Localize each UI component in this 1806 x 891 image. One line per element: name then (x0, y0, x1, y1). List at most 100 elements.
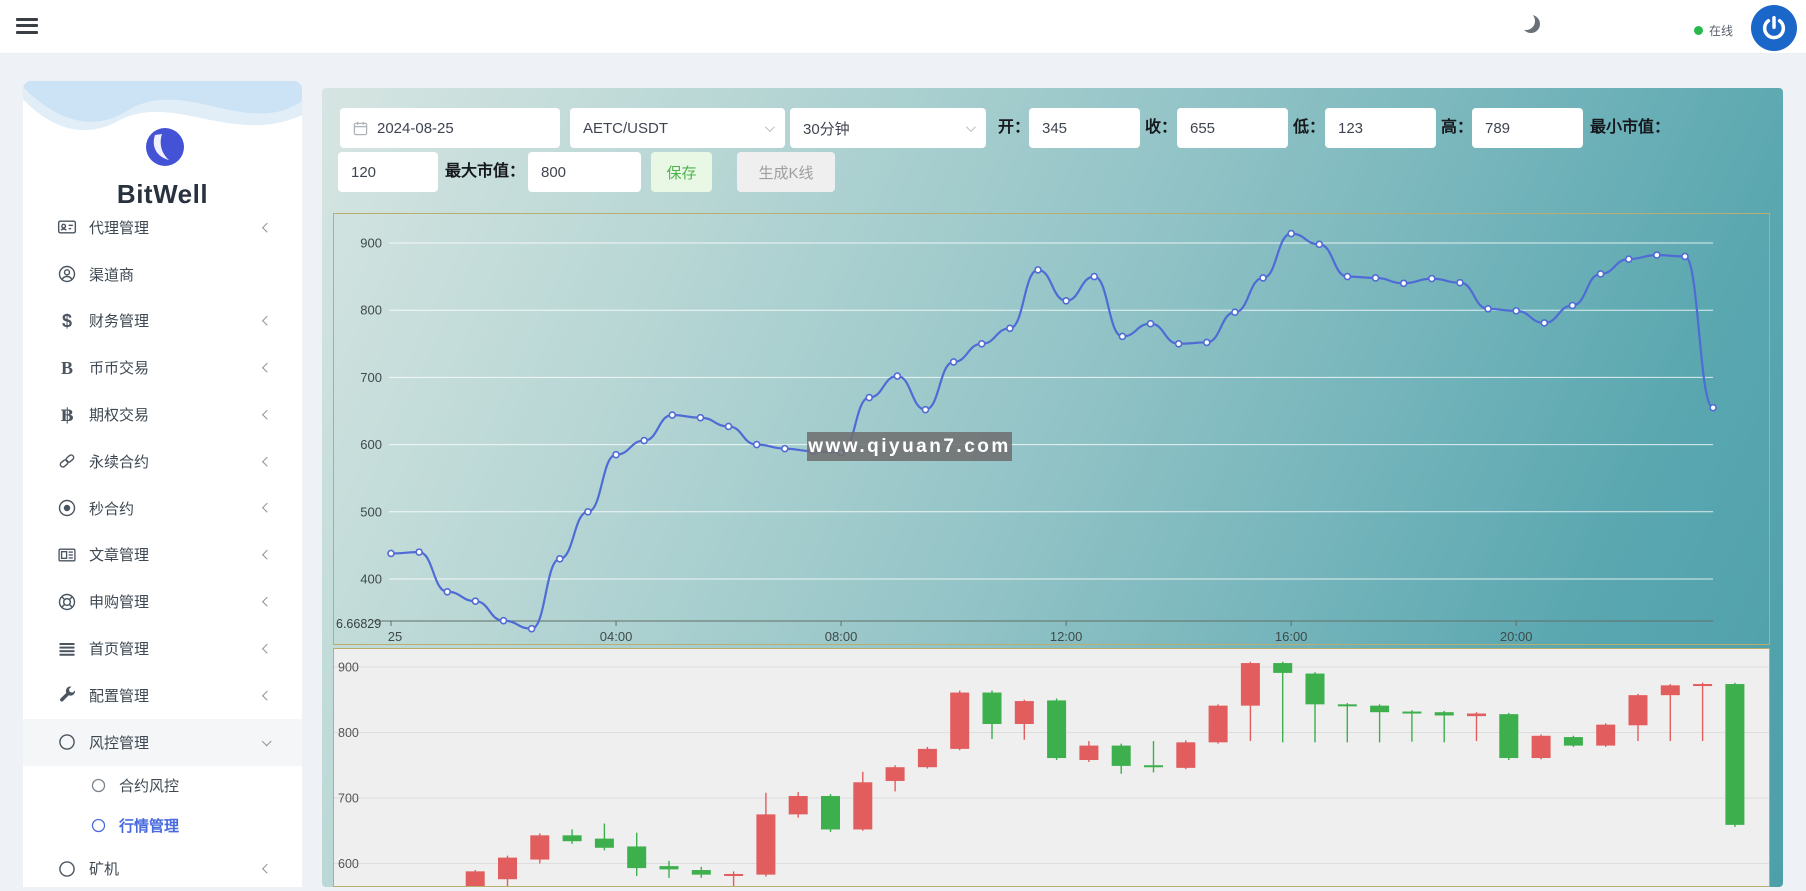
sub-circle-icon (87, 815, 109, 837)
sidebar-item-永续合约[interactable]: 永续合约 (23, 438, 302, 485)
sidebar-item-label: 风控管理 (89, 732, 149, 753)
svg-text:400: 400 (360, 572, 382, 587)
target-icon (56, 497, 78, 519)
sidebar-item-币币交易[interactable]: B 币币交易 (23, 344, 302, 391)
high-value: 789 (1485, 120, 1510, 137)
sidebar-item-期权交易[interactable]: ฿ 期权交易 (23, 391, 302, 438)
open-input[interactable]: 345 (1029, 108, 1140, 148)
svg-text:900: 900 (338, 661, 359, 675)
sidebar-item-label: 文章管理 (89, 544, 149, 565)
calendar-icon (353, 121, 368, 136)
pair-value: AETC/USDT (583, 120, 668, 137)
sub-circle-icon (87, 775, 109, 797)
sidebar-item-label: 代理管理 (89, 217, 149, 238)
svg-text:800: 800 (338, 726, 359, 740)
sidebar-item-渠道商[interactable]: 渠道商 (23, 251, 302, 298)
dollar-icon: $ (56, 310, 78, 332)
pair-select[interactable]: AETC/USDT (570, 108, 785, 148)
bitwell-logo-icon (145, 127, 185, 167)
sidebar-item-风控管理[interactable]: 风控管理 (23, 719, 302, 766)
line-chart: 9008007006005004006.668292504:0008:0012:… (333, 213, 1770, 645)
open-value: 345 (1042, 120, 1067, 137)
max-cap-value: 800 (541, 164, 566, 181)
sidebar-item-首页管理[interactable]: 首页管理 (23, 625, 302, 672)
user-avatar-power-icon[interactable] (1751, 5, 1797, 51)
chevron-down-icon (765, 122, 775, 132)
sidebar-subitem-合约风控[interactable]: 合约风控 (23, 766, 302, 806)
online-status: 在线 (1694, 22, 1733, 39)
chevron-left-icon (261, 597, 271, 607)
sidebar-item-秒合约[interactable]: 秒合约 (23, 485, 302, 532)
sidebar-item-label: 秒合约 (89, 498, 134, 519)
interval-value: 30分钟 (803, 118, 850, 139)
content-panel: 2024-08-25 AETC/USDT 30分钟 开： 345 收： 655 … (322, 88, 1783, 887)
sidebar-item-label: 渠道商 (89, 264, 134, 285)
candlestick-chart-canvas: 900800700600 (334, 649, 1769, 886)
newspaper-icon (56, 544, 78, 566)
sidebar-item-label: 期权交易 (89, 404, 149, 425)
top-header: 在线 (0, 0, 1806, 54)
svg-text:6.66829: 6.66829 (336, 617, 381, 631)
online-dot-icon (1694, 26, 1703, 35)
list-icon (56, 638, 78, 660)
svg-text:900: 900 (360, 236, 382, 251)
power-icon (1760, 14, 1788, 42)
low-label: 低： (1293, 108, 1325, 148)
lifering-icon (56, 591, 78, 613)
chevron-left-icon (261, 690, 271, 700)
sidebar-item-财务管理[interactable]: $财务管理 (23, 298, 302, 345)
save-button[interactable]: 保存 (651, 152, 712, 192)
svg-text:25: 25 (388, 629, 402, 644)
candlestick-chart: 900800700600 (333, 648, 1770, 887)
sidebar-subitem-label: 合约风控 (119, 775, 179, 796)
sidebar-brand-block: BitWell (23, 81, 302, 219)
low-value: 123 (1338, 120, 1363, 137)
max-cap-input[interactable]: 800 (528, 152, 641, 192)
svg-text:800: 800 (360, 303, 382, 318)
interval-select[interactable]: 30分钟 (790, 108, 986, 148)
svg-text:600: 600 (338, 857, 359, 871)
sidebar-subitem-行情管理[interactable]: 行情管理 (23, 806, 302, 846)
svg-text:08:00: 08:00 (825, 629, 858, 644)
sidebar-item-文章管理[interactable]: 文章管理 (23, 532, 302, 579)
chevron-left-icon (261, 363, 271, 373)
min-cap-value: 120 (351, 164, 376, 181)
generate-kline-button[interactable]: 生成K线 (737, 152, 835, 192)
online-label: 在线 (1709, 22, 1733, 39)
hamburger-menu-icon[interactable] (16, 14, 42, 38)
close-label: 收： (1145, 108, 1177, 148)
sidebar: 代理管理渠道商 $财务管理 B 币币交易 ฿ 期权交易永续合约秒合约文章管理申购管理首页管… (23, 81, 302, 887)
chevron-down-icon (966, 122, 976, 132)
chevron-left-icon (261, 643, 271, 653)
sidebar-menu: 代理管理渠道商 $财务管理 B 币币交易 ฿ 期权交易永续合约秒合约文章管理申购管理首页管… (23, 204, 302, 887)
high-label: 高： (1441, 108, 1473, 148)
sidebar-item-label: 配置管理 (89, 685, 149, 706)
chevron-left-icon (261, 222, 271, 232)
svg-text:16:00: 16:00 (1275, 629, 1308, 644)
user-circle-icon (56, 263, 78, 285)
svg-text:04:00: 04:00 (600, 629, 633, 644)
svg-text:12:00: 12:00 (1050, 629, 1083, 644)
open-label: 开： (998, 108, 1030, 148)
date-input[interactable]: 2024-08-25 (340, 108, 560, 148)
min-cap-input[interactable]: 120 (338, 152, 438, 192)
min-cap-label: 最小市值： (1590, 108, 1670, 148)
chevron-left-icon (261, 503, 271, 513)
sidebar-item-配置管理[interactable]: 配置管理 (23, 672, 302, 719)
dark-mode-moon-icon[interactable] (1522, 15, 1540, 33)
low-input[interactable]: 123 (1325, 108, 1436, 148)
coin-b-icon: B (56, 357, 78, 379)
sidebar-item-矿机[interactable]: 矿机 (23, 846, 302, 887)
high-input[interactable]: 789 (1472, 108, 1583, 148)
chevron-left-icon (261, 409, 271, 419)
close-input[interactable]: 655 (1177, 108, 1288, 148)
svg-text:20:00: 20:00 (1500, 629, 1533, 644)
bitcoin-icon: ฿ (56, 404, 78, 426)
line-chart-canvas: 9008007006005004006.668292504:0008:0012:… (334, 214, 1769, 644)
close-value: 655 (1190, 120, 1215, 137)
sidebar-item-label: 币币交易 (89, 357, 149, 378)
chevron-left-icon (261, 550, 271, 560)
chevron-left-icon (261, 316, 271, 326)
id-card-icon (56, 216, 78, 238)
sidebar-item-申购管理[interactable]: 申购管理 (23, 578, 302, 625)
